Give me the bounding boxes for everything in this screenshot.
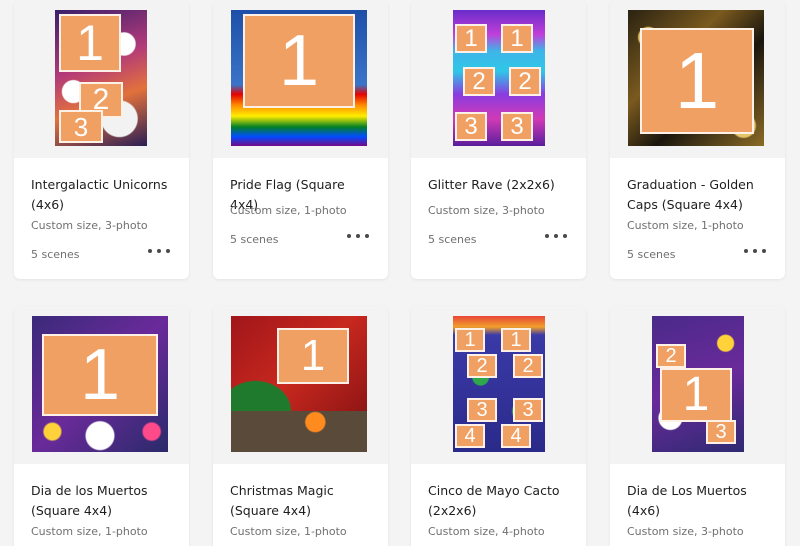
photo-slot: 1 bbox=[277, 328, 349, 384]
template-meta: Custom size, 1-photo bbox=[230, 204, 347, 217]
template-title[interactable]: Dia de Los Muertos (4x6) bbox=[627, 481, 768, 520]
template-thumbnail[interactable]: 1 1 2 2 3 3 4 4 bbox=[411, 306, 586, 464]
template-meta: Custom size, 3-photo bbox=[31, 219, 148, 232]
photo-slot: 3 bbox=[455, 112, 487, 141]
template-card-intergalactic-unicorns[interactable]: 1 2 3 Intergalactic Unicorns (4x6) Custo… bbox=[14, 0, 189, 279]
template-card-christmas-magic[interactable]: 1 Christmas Magic (Square 4x4) Custom si… bbox=[213, 306, 388, 546]
template-thumbnail[interactable]: 1 bbox=[610, 0, 785, 158]
template-artwork: 1 bbox=[32, 316, 168, 452]
template-meta: Custom size, 3-photo bbox=[627, 525, 744, 538]
template-thumbnail[interactable]: 1 2 3 bbox=[14, 0, 189, 158]
scene-count: 5 scenes bbox=[230, 233, 279, 246]
photo-slot: 4 bbox=[455, 424, 485, 448]
template-thumbnail[interactable]: 1 bbox=[14, 306, 189, 464]
template-meta: Custom size, 1-photo bbox=[31, 525, 148, 538]
photo-slot: 1 bbox=[501, 24, 533, 53]
more-options-icon[interactable] bbox=[148, 243, 170, 259]
photo-slot: 2 bbox=[463, 67, 495, 96]
photo-slot: 1 bbox=[455, 328, 485, 352]
template-card-cinco-de-mayo-cacto[interactable]: 1 1 2 2 3 3 4 4 Cinco de Mayo Cacto (2x2… bbox=[411, 306, 586, 546]
template-card-dia-de-los-muertos-4x6[interactable]: 2 1 3 Dia de Los Muertos (4x6) Custom si… bbox=[610, 306, 785, 546]
photo-slot: 3 bbox=[467, 398, 497, 422]
more-options-icon[interactable] bbox=[347, 228, 369, 244]
template-title[interactable]: Dia de los Muertos (Square 4x4) bbox=[31, 481, 172, 520]
template-meta: Custom size, 3-photo bbox=[428, 204, 545, 217]
template-title[interactable]: Christmas Magic (Square 4x4) bbox=[230, 481, 371, 520]
photo-slot: 1 bbox=[660, 368, 732, 422]
photo-slot: 1 bbox=[640, 28, 754, 134]
template-artwork: 1 1 2 2 3 3 4 4 bbox=[453, 316, 545, 452]
photo-slot: 3 bbox=[513, 398, 543, 422]
scene-count: 5 scenes bbox=[627, 248, 676, 261]
photo-slot: 3 bbox=[59, 110, 103, 143]
photo-slot: 1 bbox=[501, 328, 531, 352]
template-title[interactable]: Glitter Rave (2x2x6) bbox=[428, 175, 569, 199]
scene-count: 5 scenes bbox=[31, 248, 80, 261]
photo-slot: 2 bbox=[467, 354, 497, 378]
template-meta: Custom size, 1-photo bbox=[627, 219, 744, 232]
photo-slot: 1 bbox=[42, 334, 158, 416]
template-thumbnail[interactable]: 1 1 2 2 3 3 bbox=[411, 0, 586, 158]
template-card-graduation-golden-caps[interactable]: 1 Graduation - Golden Caps (Square 4x4) … bbox=[610, 0, 785, 279]
photo-slot: 4 bbox=[501, 424, 531, 448]
template-thumbnail[interactable]: 2 1 3 bbox=[610, 306, 785, 464]
template-card-pride-flag[interactable]: 1 Pride Flag (Square 4x4) Custom size, 1… bbox=[213, 0, 388, 279]
template-artwork: 2 1 3 bbox=[652, 316, 744, 452]
template-thumbnail[interactable]: 1 bbox=[213, 306, 388, 464]
template-title[interactable]: Intergalactic Unicorns (4x6) bbox=[31, 175, 172, 214]
template-artwork: 1 bbox=[231, 10, 367, 146]
photo-slot: 1 bbox=[455, 24, 487, 53]
photo-slot: 2 bbox=[513, 354, 543, 378]
template-thumbnail[interactable]: 1 bbox=[213, 0, 388, 158]
scene-count: 5 scenes bbox=[428, 233, 477, 246]
template-title[interactable]: Graduation - Golden Caps (Square 4x4) bbox=[627, 175, 768, 214]
template-artwork: 1 bbox=[231, 316, 367, 452]
template-card-dia-de-los-muertos-square[interactable]: 1 Dia de los Muertos (Square 4x4) Custom… bbox=[14, 306, 189, 546]
template-meta: Custom size, 1-photo bbox=[230, 525, 347, 538]
photo-slot: 3 bbox=[706, 420, 736, 444]
template-artwork: 1 1 2 2 3 3 bbox=[453, 10, 545, 146]
more-options-icon[interactable] bbox=[545, 228, 567, 244]
photo-slot: 1 bbox=[243, 14, 355, 108]
template-card-glitter-rave[interactable]: 1 1 2 2 3 3 Glitter Rave (2x2x6) Custom … bbox=[411, 0, 586, 279]
photo-slot: 3 bbox=[501, 112, 533, 141]
template-title[interactable]: Pride Flag (Square 4x4) bbox=[230, 175, 371, 212]
template-title[interactable]: Cinco de Mayo Cacto (2x2x6) bbox=[428, 481, 569, 520]
photo-slot: 1 bbox=[59, 14, 121, 72]
more-options-icon[interactable] bbox=[744, 243, 766, 259]
photo-slot: 2 bbox=[656, 344, 686, 368]
template-artwork: 1 2 3 bbox=[55, 10, 147, 146]
template-meta: Custom size, 4-photo bbox=[428, 525, 545, 538]
photo-slot: 2 bbox=[509, 67, 541, 96]
template-artwork: 1 bbox=[628, 10, 764, 146]
